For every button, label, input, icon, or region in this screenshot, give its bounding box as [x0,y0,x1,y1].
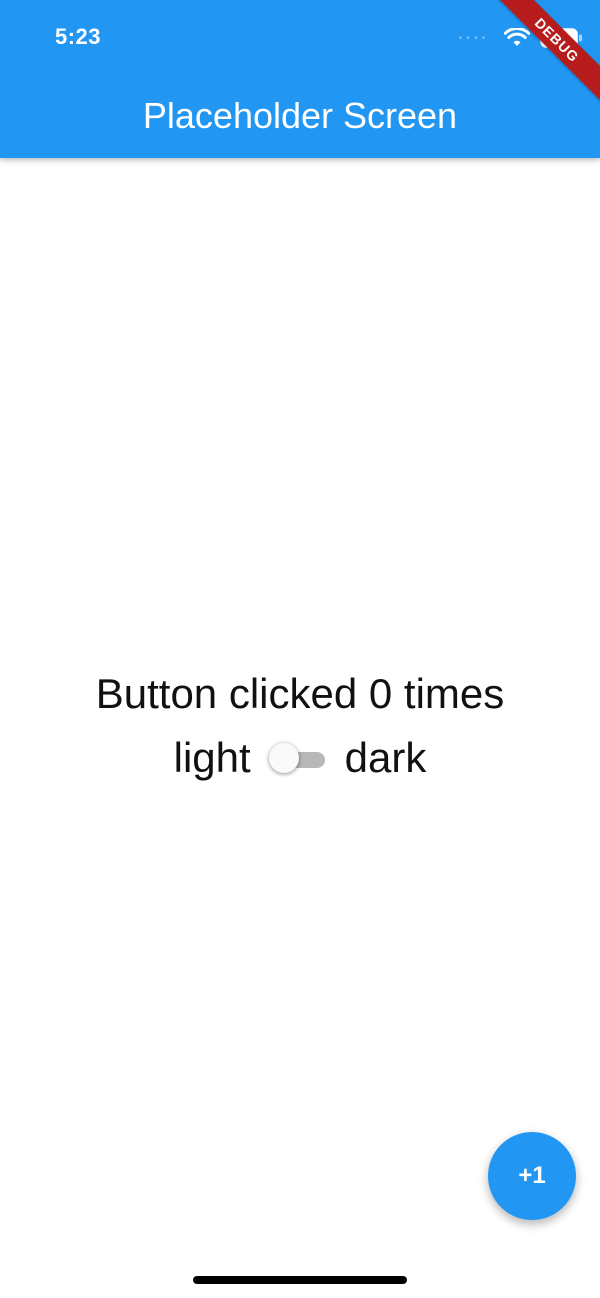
home-indicator[interactable] [193,1276,407,1284]
theme-switch[interactable] [268,741,327,775]
signal-icon: • • • • [458,33,486,43]
switch-thumb [268,743,299,773]
main-content: Button clicked 0 times light dark [0,668,600,784]
increment-fab[interactable]: +1 [488,1132,576,1220]
app-bar: 5:23 • • • • Placeholder Screen [0,0,600,158]
fab-label: +1 [518,1162,546,1189]
page-title: Placeholder Screen [142,95,458,136]
click-counter-text: Button clicked 0 times [95,670,505,717]
status-time: 5:23 [55,24,102,49]
theme-toggle-row: light dark [0,732,600,784]
dark-label: dark [344,734,427,781]
light-label: light [173,734,251,781]
wifi-icon [504,28,530,48]
